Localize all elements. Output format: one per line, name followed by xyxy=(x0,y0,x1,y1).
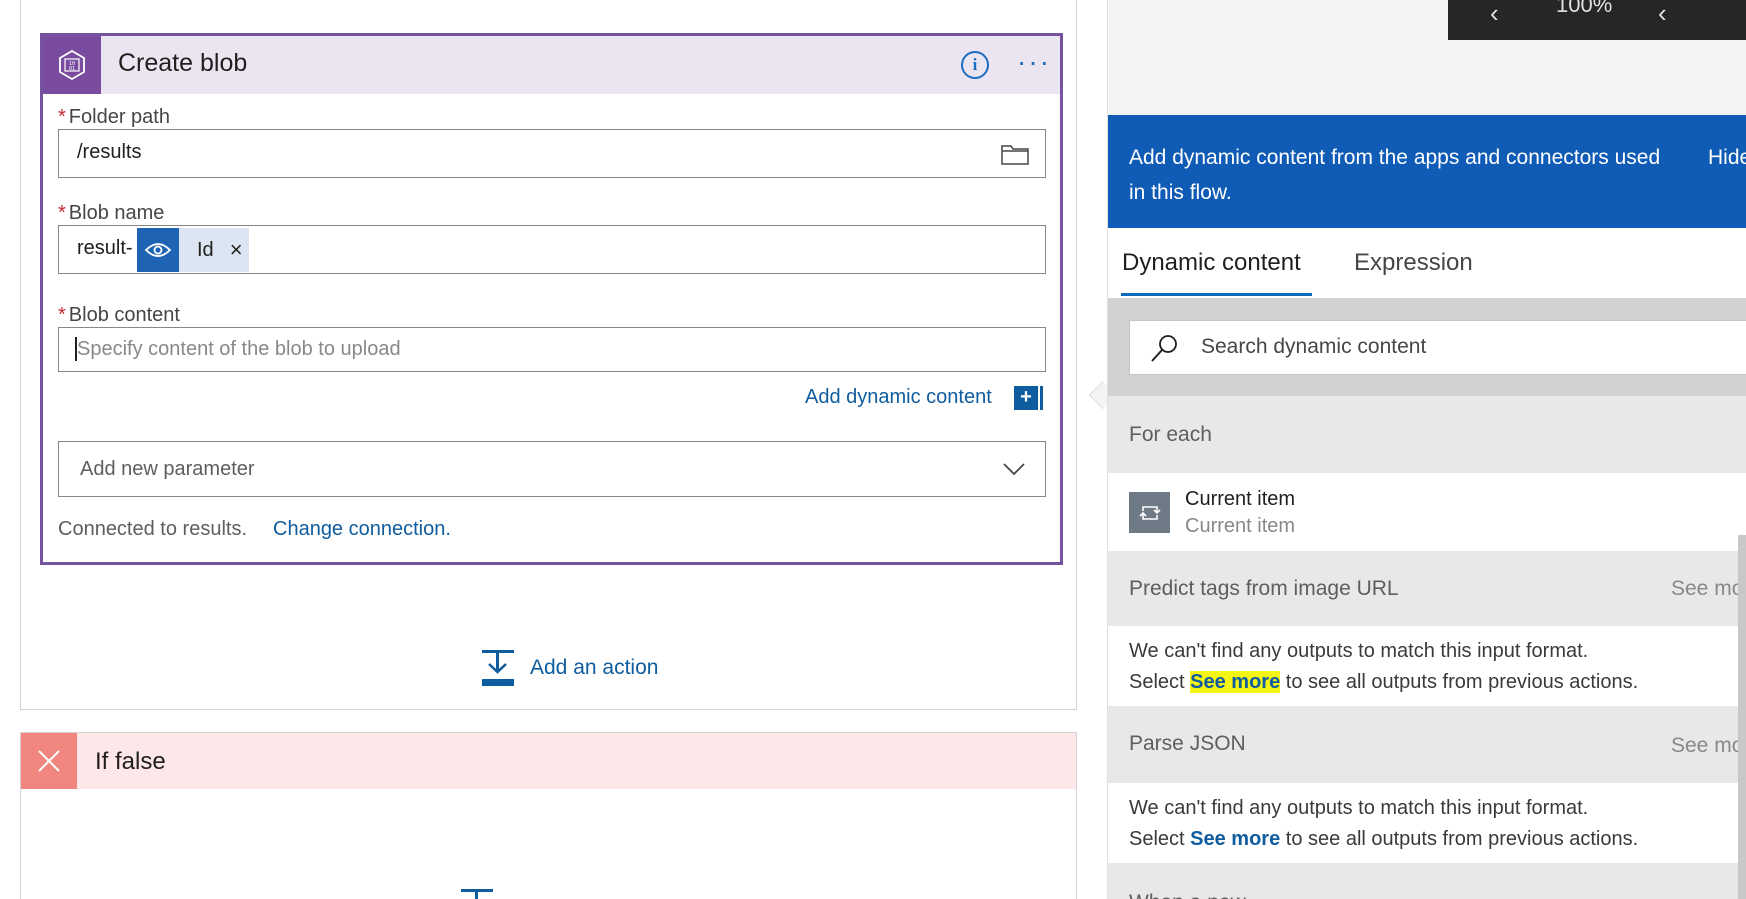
search-area: Search dynamic content xyxy=(1108,298,1746,396)
blob-content-field[interactable]: Specify content of the blob to upload xyxy=(58,327,1046,372)
blob-name-label: * Blob name xyxy=(58,202,165,224)
search-placeholder: Search dynamic content xyxy=(1201,335,1427,358)
blob-name-prefix: result- xyxy=(77,237,133,259)
message-line: We can't find any outputs to match this … xyxy=(1129,797,1589,819)
more-options-icon[interactable]: ··· xyxy=(1017,48,1051,76)
if-false-title: If false xyxy=(95,748,166,775)
required-asterisk: * xyxy=(58,106,66,128)
panel-scrollbar[interactable] xyxy=(1738,535,1746,899)
see-more-link[interactable]: See more xyxy=(1671,577,1746,601)
tab-expression[interactable]: Expression xyxy=(1354,249,1473,277)
item-title: Current item xyxy=(1185,488,1296,510)
folder-path-label: * Folder path xyxy=(58,106,170,128)
required-asterisk: * xyxy=(58,304,66,326)
item-subtitle: Current item xyxy=(1185,515,1296,537)
section-header-label: Predict tags from image URL xyxy=(1129,577,1399,600)
dynamic-content-panel: ‹ 100% ‹ Add dynamic content from the ap… xyxy=(1107,0,1746,899)
required-asterisk: * xyxy=(58,202,66,224)
add-new-parameter-label: Add new parameter xyxy=(80,458,255,480)
blob-content-placeholder: Specify content of the blob to upload xyxy=(77,338,401,360)
hide-button[interactable]: Hide xyxy=(1708,140,1746,175)
section-header-label: For each xyxy=(1129,423,1212,446)
active-tab-indicator xyxy=(1121,293,1312,296)
folder-path-field[interactable]: /results xyxy=(58,129,1046,178)
see-more-inline-link[interactable]: See more xyxy=(1190,828,1280,850)
add-an-action-button[interactable]: Add an action xyxy=(480,649,658,687)
remove-token-icon[interactable]: × xyxy=(230,228,243,272)
connection-status: Connected to results. xyxy=(58,518,247,540)
section-predict-tags: Predict tags from image URL See more xyxy=(1108,551,1746,626)
add-dynamic-content-icon[interactable]: + xyxy=(1014,386,1043,410)
section-header-label: Parse JSON xyxy=(1129,732,1246,755)
banner-text: Add dynamic content from the apps and co… xyxy=(1129,146,1661,204)
section-parse-json: Parse JSON See more xyxy=(1108,706,1746,783)
zoom-in-chevron-icon[interactable]: ‹ xyxy=(1658,0,1667,29)
see-more-inline-link[interactable]: See more xyxy=(1190,671,1281,693)
search-input[interactable]: Search dynamic content xyxy=(1129,320,1746,375)
section-for-each: For each xyxy=(1108,396,1746,473)
add-dynamic-content-link[interactable]: Add dynamic content xyxy=(805,386,992,409)
add-new-parameter-dropdown[interactable]: Add new parameter xyxy=(58,441,1046,497)
section-when-new: When a new ... xyxy=(1108,863,1746,899)
card-title: Create blob xyxy=(118,49,248,77)
message-line: Select See more to see all outputs from … xyxy=(1129,671,1639,693)
dynamic-content-banner: Add dynamic content from the apps and co… xyxy=(1108,115,1746,228)
dynamic-token-id[interactable]: Id × xyxy=(137,228,249,272)
if-false-scope: If false xyxy=(20,732,1077,899)
eye-icon xyxy=(137,228,179,272)
list-item-current-item[interactable]: Current item Current item xyxy=(1108,473,1746,551)
add-action-icon[interactable] xyxy=(459,888,495,899)
folder-path-value: /results xyxy=(77,141,142,163)
if-false-header[interactable]: If false xyxy=(21,733,1076,789)
close-x-icon xyxy=(21,733,77,789)
message-line: We can't find any outputs to match this … xyxy=(1129,640,1589,662)
blob-name-field[interactable]: result- Id × xyxy=(58,225,1046,274)
zoom-out-chevron-icon[interactable]: ‹ xyxy=(1490,0,1499,29)
message-line: Select See more to see all outputs from … xyxy=(1129,828,1639,850)
panel-tabs: Dynamic content Expression xyxy=(1108,228,1746,298)
tab-dynamic-content[interactable]: Dynamic content xyxy=(1122,249,1301,277)
svg-text:01: 01 xyxy=(69,66,75,72)
zoom-control: ‹ 100% ‹ xyxy=(1448,0,1746,40)
azure-blob-icon: 10 01 xyxy=(43,36,101,94)
folder-picker-icon[interactable] xyxy=(1001,143,1029,165)
no-outputs-message: We can't find any outputs to match this … xyxy=(1108,783,1746,863)
card-header[interactable]: 10 01 Create blob i ··· xyxy=(43,36,1060,94)
info-icon[interactable]: i xyxy=(961,51,989,79)
zoom-level: 100% xyxy=(1556,0,1613,17)
add-action-icon xyxy=(482,650,514,686)
designer-canvas: + Add an action 10 01 Create blob xyxy=(0,0,1090,899)
change-connection-link[interactable]: Change connection. xyxy=(273,518,451,541)
see-more-link[interactable]: See more xyxy=(1671,734,1746,758)
blob-content-label: * Blob content xyxy=(58,304,180,326)
section-header-label: When a new ... xyxy=(1129,891,1269,899)
search-icon xyxy=(1151,335,1177,362)
token-label: Id × xyxy=(179,228,249,272)
add-action-label: Add an action xyxy=(530,656,659,679)
no-outputs-message: We can't find any outputs to match this … xyxy=(1108,626,1746,706)
chevron-down-icon xyxy=(1003,463,1025,476)
loop-icon xyxy=(1129,492,1170,533)
create-blob-card: 10 01 Create blob i ··· * Folder path /re… xyxy=(40,33,1063,565)
